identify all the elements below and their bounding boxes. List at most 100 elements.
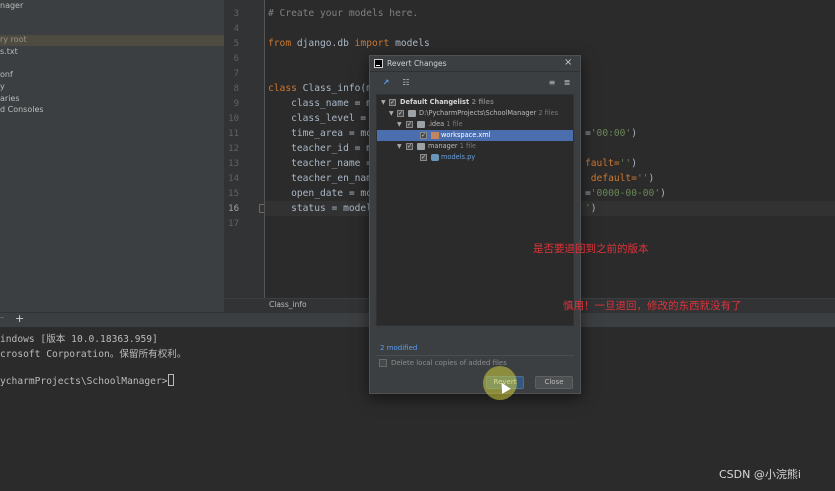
tree-row-folder[interactable]: ▼ ✓ .idea 1 file <box>377 119 573 130</box>
folder-icon <box>417 143 425 150</box>
dialog-close-icon[interactable]: × <box>564 57 572 68</box>
line-number: 9 <box>233 99 239 109</box>
terminal-prompt[interactable]: ycharmProjects\SchoolManager> <box>0 374 174 387</box>
terminal-prompt-text: ycharmProjects\SchoolManager> <box>0 376 168 387</box>
gutter-divider <box>264 0 265 312</box>
code-text: ) <box>631 158 637 169</box>
keyword: import <box>354 38 390 49</box>
sidebar-item[interactable]: s.txt <box>0 47 18 56</box>
checkbox-checked[interactable]: ✓ <box>406 121 413 128</box>
code-text: default= <box>585 173 637 184</box>
line-number: 3 <box>233 9 239 19</box>
checkbox-checked[interactable]: ✓ <box>389 99 396 106</box>
terminal-line: indows [版本 10.0.18363.959] <box>0 334 158 345</box>
code-text: Class_info(m <box>296 83 372 94</box>
checkbox-checked[interactable]: ✓ <box>420 154 427 161</box>
code-line: class Class_info(m <box>268 83 372 94</box>
close-tab-icon[interactable]: – <box>0 313 4 322</box>
folder-icon <box>408 110 416 117</box>
changes-tree: ▼ ✓ Default Changelist 2 files ▼ ✓ D:\Py… <box>376 94 574 326</box>
line-number: 17 <box>228 219 239 229</box>
tree-row-label: Default Changelist 2 files <box>400 97 494 108</box>
file-count: 1 file <box>446 120 463 128</box>
code-line: from django.db import models <box>268 38 430 49</box>
code-line: class_name = m <box>268 98 372 109</box>
terminal-line: crosoft Corporation。保留所有权利。 <box>0 349 187 360</box>
sidebar-item[interactable]: onf <box>0 70 13 79</box>
divider <box>376 355 574 356</box>
revert-changes-dialog: Revert Changes × ↗ ☷ ≡ ≣ ▼ ✓ Default Cha… <box>369 55 581 394</box>
line-number-current: 16 <box>228 204 239 214</box>
dialog-title: Revert Changes <box>387 59 447 68</box>
dialog-title-bar[interactable]: Revert Changes × <box>370 56 580 72</box>
line-number: 10 <box>228 114 239 124</box>
sidebar-item[interactable]: d Consoles <box>0 105 44 114</box>
file-name: models.py <box>441 153 476 161</box>
code-line-tail: fault='') <box>585 158 637 169</box>
chevron-down-icon[interactable]: ▼ <box>381 97 386 108</box>
code-line: teacher_name = <box>268 158 372 169</box>
project-sidebar: nager ry root s.txt onf y aries d Consol… <box>0 0 224 312</box>
keyword: class <box>268 83 297 94</box>
expand-all-icon[interactable]: ≡ <box>545 76 559 90</box>
chevron-down-icon[interactable]: ▼ <box>397 119 402 130</box>
code-line: class_level = <box>268 113 372 124</box>
modified-count: 2 modified <box>380 344 418 352</box>
changelist-name: Default Changelist <box>400 98 470 106</box>
sidebar-item[interactable]: nager <box>0 1 23 10</box>
sidebar-item[interactable]: y <box>0 82 5 91</box>
collapse-all-icon[interactable]: ≣ <box>560 76 574 90</box>
code-line: teacher_en_nam <box>268 173 372 184</box>
xml-file-icon <box>431 132 439 139</box>
checkbox-checked[interactable]: ✓ <box>406 143 413 150</box>
breadcrumb-item[interactable]: Class_info <box>269 300 307 309</box>
sidebar-item-selected[interactable]: ry root <box>0 35 224 46</box>
code-text: ) <box>648 173 655 184</box>
project-path: D:\PycharmProjects\SchoolManager <box>419 109 537 117</box>
line-number: 14 <box>228 174 239 184</box>
code-line-tail: ') <box>585 203 597 214</box>
group-by-icon[interactable]: ↗ <box>379 76 393 90</box>
code-line: open_date = mo <box>268 188 372 199</box>
tree-row-folder[interactable]: ▼ ✓ manager 1 file <box>377 141 573 152</box>
line-number: 5 <box>233 39 239 49</box>
string-literal: '00:00' <box>590 128 632 139</box>
folder-name: manager <box>428 142 458 150</box>
annotation-note: 是否要退回到之前的版本 <box>533 243 649 255</box>
pycharm-app-icon <box>374 59 383 68</box>
code-text: django.db <box>291 38 355 49</box>
delete-local-copies-label[interactable]: Delete local copies of added files <box>391 359 507 367</box>
chevron-down-icon[interactable]: ▼ <box>397 141 402 152</box>
code-text: models <box>389 38 430 49</box>
python-file-icon <box>431 154 439 161</box>
string-literal: '' <box>636 173 649 184</box>
chevron-down-icon[interactable]: ▼ <box>389 108 394 119</box>
file-count: 1 file <box>459 142 477 150</box>
csdn-watermark: CSDN @小浣熊i <box>719 468 801 481</box>
file-name: workspace.xml <box>441 131 491 139</box>
checkbox-checked[interactable]: ✓ <box>420 132 427 139</box>
line-number: 13 <box>228 159 239 169</box>
tree-row-project[interactable]: ▼ ✓ D:\PycharmProjects\SchoolManager 2 f… <box>377 108 573 119</box>
folder-icon <box>417 121 425 128</box>
code-text: ) <box>590 203 597 214</box>
code-text: ) <box>660 188 666 199</box>
code-text: fault= <box>585 158 620 169</box>
delete-local-copies-checkbox[interactable] <box>379 359 387 367</box>
tree-row-file[interactable]: ✓ models.py <box>377 152 573 163</box>
terminal-caret <box>167 374 174 386</box>
tree-row-file-selected[interactable]: ✓ workspace.xml <box>377 130 573 141</box>
tree-row-label: manager 1 file <box>428 141 476 152</box>
checkbox-checked[interactable]: ✓ <box>397 110 404 117</box>
tree-view-icon[interactable]: ☷ <box>399 76 413 90</box>
sidebar-item[interactable]: aries <box>0 94 20 103</box>
string-literal: '0000-00-00' <box>590 188 661 199</box>
line-number: 11 <box>228 129 239 139</box>
code-line: time_area = mo <box>268 128 372 139</box>
line-number: 8 <box>233 84 239 94</box>
tree-row-changelist[interactable]: ▼ ✓ Default Changelist 2 files <box>377 97 573 108</box>
close-button[interactable]: Close <box>535 376 573 389</box>
new-terminal-tab-button[interactable]: + <box>15 312 24 325</box>
line-number: 12 <box>228 144 239 154</box>
dialog-toolbar: ↗ ☷ ≡ ≣ <box>370 73 580 93</box>
